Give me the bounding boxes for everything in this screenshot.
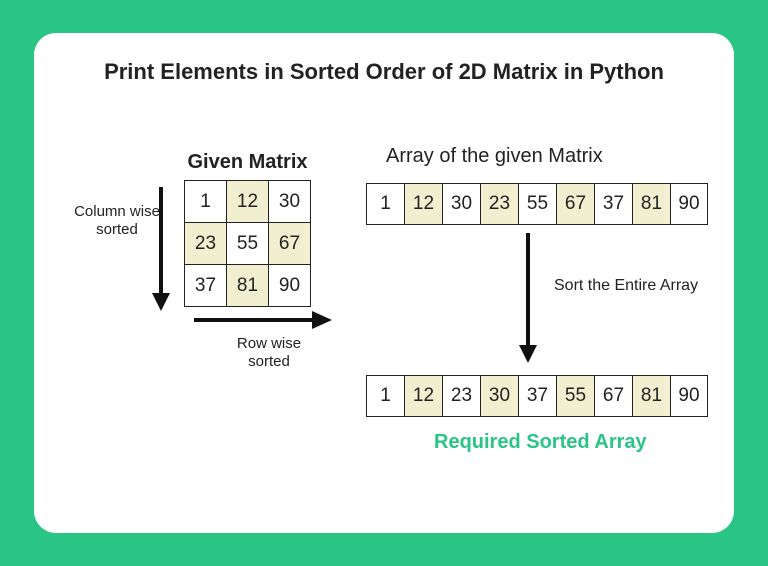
given-matrix-label: Given Matrix [184,151,311,174]
matrix-cell: 67 [269,223,311,265]
array-cell: 81 [632,375,670,417]
diagram-card: Print Elements in Sorted Order of 2D Mat… [34,33,734,533]
sorted-array: 11223303755678190 [366,375,708,417]
matrix-cell: 23 [185,223,227,265]
array-cell: 81 [632,183,670,225]
array-cell: 55 [518,183,556,225]
matrix-cell: 55 [227,223,269,265]
array-cell: 12 [404,375,442,417]
sort-step-label: Sort the Entire Array [554,277,698,295]
arrow-down-icon [152,187,170,311]
array-cell: 12 [404,183,442,225]
page-title: Print Elements in Sorted Order of 2D Mat… [64,59,704,85]
array-cell: 1 [366,183,404,225]
matrix-cell: 90 [269,265,311,307]
array-cell: 23 [480,183,518,225]
array-cell: 67 [556,183,594,225]
result-label: Required Sorted Array [434,431,647,454]
given-matrix-section: Given Matrix 11230 235567 378190 [184,151,311,307]
row-wise-label: Row wise sorted [214,335,324,371]
array-cell: 55 [556,375,594,417]
array-cell: 37 [518,375,556,417]
arrow-right-icon [194,311,332,329]
array-cell: 67 [594,375,632,417]
array-label: Array of the given Matrix [386,145,603,168]
array-cell: 90 [670,183,708,225]
array-cell: 1 [366,375,404,417]
array-cell: 23 [442,375,480,417]
array-cell: 30 [442,183,480,225]
matrix-cell: 12 [227,181,269,223]
array-cell: 37 [594,183,632,225]
matrix-cell: 81 [227,265,269,307]
matrix-cell: 1 [185,181,227,223]
matrix-cell: 37 [185,265,227,307]
given-matrix: 11230 235567 378190 [184,180,311,307]
flattened-array: 11230235567378190 [366,183,708,225]
array-cell: 30 [480,375,518,417]
array-cell: 90 [670,375,708,417]
diagram-content: Column wise sorted Given Matrix 11230235… [64,125,704,505]
matrix-cell: 30 [269,181,311,223]
arrow-sort-icon [519,233,537,363]
